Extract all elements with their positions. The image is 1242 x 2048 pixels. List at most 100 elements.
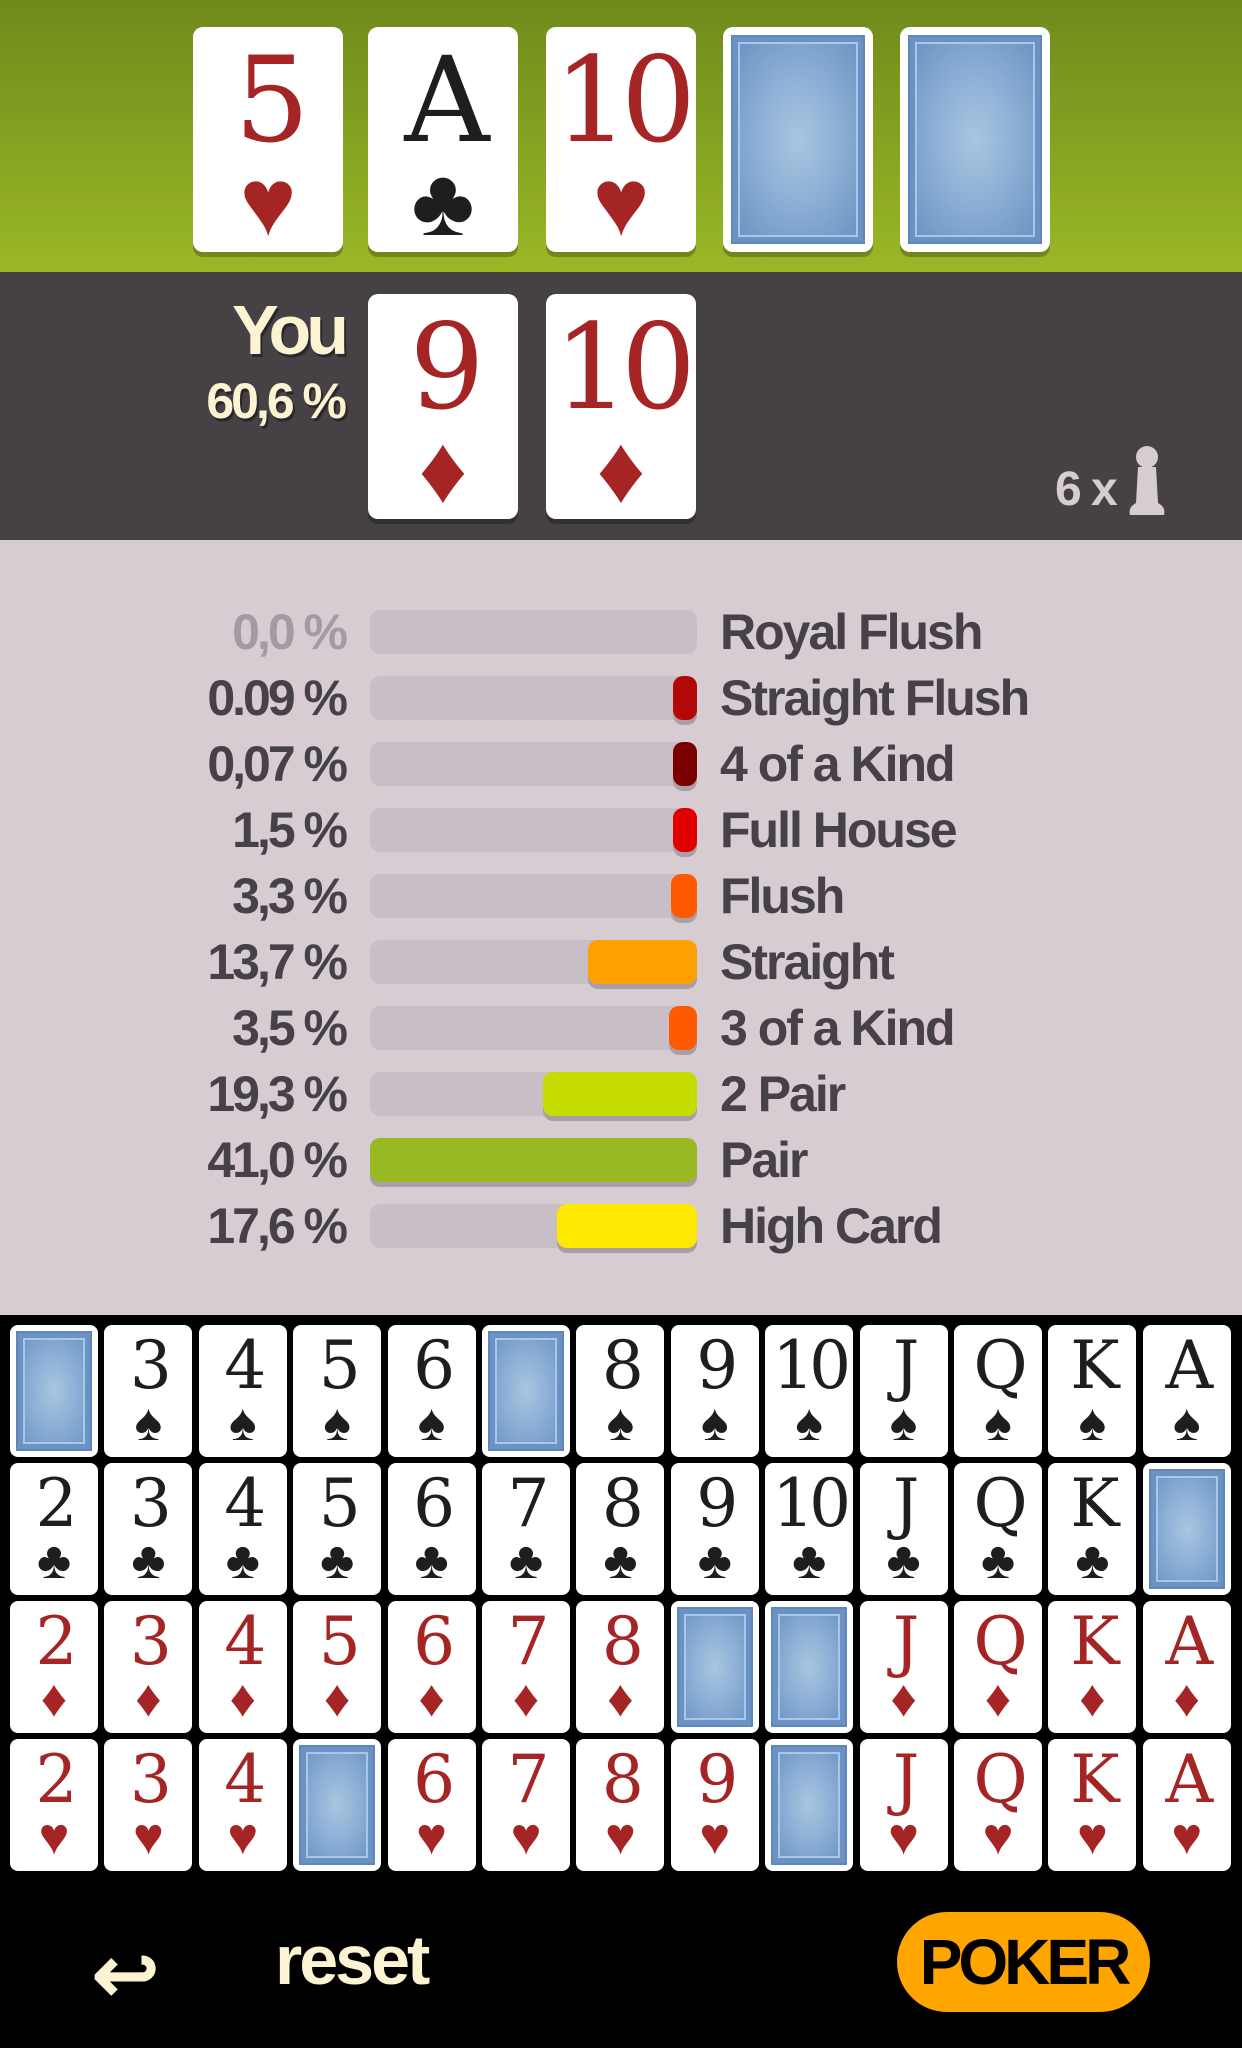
deck-card[interactable]: 2 ♣ (10, 1463, 98, 1595)
deck-card[interactable]: 4 ♠ (198, 1325, 287, 1457)
card-rank: 5 (318, 1465, 361, 1542)
deck-card[interactable]: 6 ♠ (387, 1325, 476, 1457)
deck-card[interactable]: 8 ♦ (576, 1601, 665, 1733)
card-suit-icon: ♠ (1078, 1394, 1107, 1452)
hand-row: 17,6 % High Card (0, 1196, 1242, 1256)
deck-card[interactable]: K ♥ (1048, 1739, 1137, 1871)
hole-card[interactable]: 9 ♦ (368, 294, 518, 519)
deck-card[interactable]: 2 ♥ (10, 1739, 98, 1871)
deck-card[interactable]: 8 ♠ (576, 1325, 665, 1457)
deck-card[interactable]: K ♦ (1048, 1601, 1137, 1733)
board-card[interactable]: 5 ♥ (193, 27, 343, 252)
hand-percent: 41,0 % (207, 1132, 348, 1188)
hand-label: 2 Pair (720, 1066, 846, 1122)
deck-card[interactable]: Q ♥ (954, 1739, 1042, 1871)
deck-card-face-down[interactable] (10, 1325, 98, 1457)
deck-card[interactable]: Q ♣ (954, 1463, 1042, 1595)
hand-percent: 0,0 % (232, 604, 348, 660)
deck-card[interactable]: 5 ♣ (293, 1463, 382, 1595)
deck-card[interactable]: 9 ♣ (670, 1463, 759, 1595)
deck-card[interactable]: A ♠ (1142, 1325, 1231, 1457)
deck-card[interactable]: 6 ♦ (387, 1601, 476, 1733)
card-rank: 3 (129, 1465, 172, 1542)
hand-row: 3,3 % Flush (0, 866, 1242, 926)
card-suit-icon: ♥ (227, 1808, 259, 1866)
hand-bar-fill (673, 808, 697, 852)
deck-card[interactable]: 3 ♦ (104, 1601, 193, 1733)
deck-card[interactable]: 7 ♥ (482, 1739, 570, 1871)
deck-card[interactable]: 8 ♥ (576, 1739, 665, 1871)
card-rank: 3 (129, 1327, 172, 1404)
deck-card[interactable]: 3 ♥ (104, 1739, 193, 1871)
deck-card[interactable]: A ♦ (1142, 1601, 1231, 1733)
hand-row: 1,5 % Full House (0, 800, 1242, 860)
card-rank: 8 (601, 1603, 644, 1680)
deck-card-face-down[interactable] (765, 1739, 854, 1871)
hand-bar-fill (587, 940, 697, 984)
deck-card[interactable]: K ♠ (1048, 1325, 1137, 1457)
card-rank: J (892, 1327, 919, 1404)
hand-percent: 13,7 % (207, 934, 348, 990)
hand-label: 3 of a Kind (720, 1000, 956, 1056)
deck-card-face-down[interactable] (1142, 1463, 1231, 1595)
deck-card[interactable]: 9 ♥ (670, 1739, 759, 1871)
card-suit-icon: ♣ (414, 1532, 449, 1590)
deck-card[interactable]: 9 ♠ (670, 1325, 759, 1457)
hand-row: 19,3 % 2 Pair (0, 1064, 1242, 1124)
deck-card[interactable]: 6 ♣ (387, 1463, 476, 1595)
deck-card[interactable]: 8 ♣ (576, 1463, 665, 1595)
board-card[interactable]: A ♣ (368, 27, 518, 252)
deck-card[interactable]: 10 ♠ (765, 1325, 854, 1457)
deck-card[interactable]: 4 ♣ (198, 1463, 287, 1595)
deck-card[interactable]: 10 ♣ (765, 1463, 854, 1595)
deck-card[interactable]: 4 ♥ (198, 1739, 287, 1871)
card-suit-icon: ♥ (239, 149, 297, 252)
poker-button[interactable]: POKER (897, 1912, 1150, 2012)
player-count[interactable]: 6 x (1055, 445, 1166, 517)
deck-card[interactable]: 5 ♠ (293, 1325, 382, 1457)
return-arrow-icon[interactable]: ↩ (92, 1935, 159, 2015)
deck-card-face-down[interactable] (482, 1325, 570, 1457)
card-rank: 2 (35, 1741, 78, 1818)
card-suit-icon: ♣ (508, 1532, 544, 1590)
card-rank: J (892, 1603, 919, 1680)
deck-card[interactable]: 5 ♦ (293, 1601, 382, 1733)
hand-bar-track (370, 940, 697, 984)
board-card[interactable]: 10 ♥ (546, 27, 696, 252)
deck-card[interactable]: K ♣ (1048, 1463, 1137, 1595)
card-suit-icon: ♦ (596, 416, 646, 519)
card-suit-icon: ♥ (699, 1808, 731, 1866)
card-rank: Q (973, 1603, 1027, 1680)
deck-card[interactable]: 4 ♦ (198, 1601, 287, 1733)
deck-card[interactable]: 3 ♣ (104, 1463, 193, 1595)
deck-card[interactable]: 3 ♠ (104, 1325, 193, 1457)
deck-card-face-down[interactable] (293, 1739, 382, 1871)
card-rank: 6 (413, 1327, 455, 1404)
deck-card-face-down[interactable] (670, 1601, 759, 1733)
deck-card-face-down[interactable] (765, 1601, 854, 1733)
card-back (731, 35, 865, 244)
deck-card[interactable]: Q ♦ (954, 1601, 1042, 1733)
board-card-face-down[interactable] (723, 27, 873, 252)
deck-card[interactable]: 7 ♣ (482, 1463, 570, 1595)
deck-card[interactable]: 7 ♦ (482, 1601, 570, 1733)
card-rank: 7 (507, 1603, 550, 1680)
deck-card[interactable]: J ♥ (859, 1739, 948, 1871)
card-suit-icon: ♠ (228, 1394, 257, 1452)
deck-card[interactable]: 6 ♥ (387, 1739, 476, 1871)
hand-bar-track (370, 1072, 697, 1116)
hand-bar-track (370, 1138, 697, 1182)
deck-card[interactable]: 2 ♦ (10, 1601, 98, 1733)
deck-card[interactable]: J ♣ (859, 1463, 948, 1595)
deck-card[interactable]: Q ♠ (954, 1325, 1042, 1457)
card-suit-icon: ♠ (417, 1394, 446, 1452)
deck-card[interactable]: J ♠ (859, 1325, 948, 1457)
card-rank: A (1165, 1603, 1213, 1680)
hand-bar-track (370, 610, 697, 654)
deck-card[interactable]: J ♦ (859, 1601, 948, 1733)
reset-button[interactable]: reset (275, 1920, 430, 2000)
board-card-face-down[interactable] (900, 27, 1050, 252)
deck-card[interactable]: A ♥ (1142, 1739, 1231, 1871)
hand-percent: 19,3 % (207, 1066, 348, 1122)
hole-card[interactable]: 10 ♦ (546, 294, 696, 519)
